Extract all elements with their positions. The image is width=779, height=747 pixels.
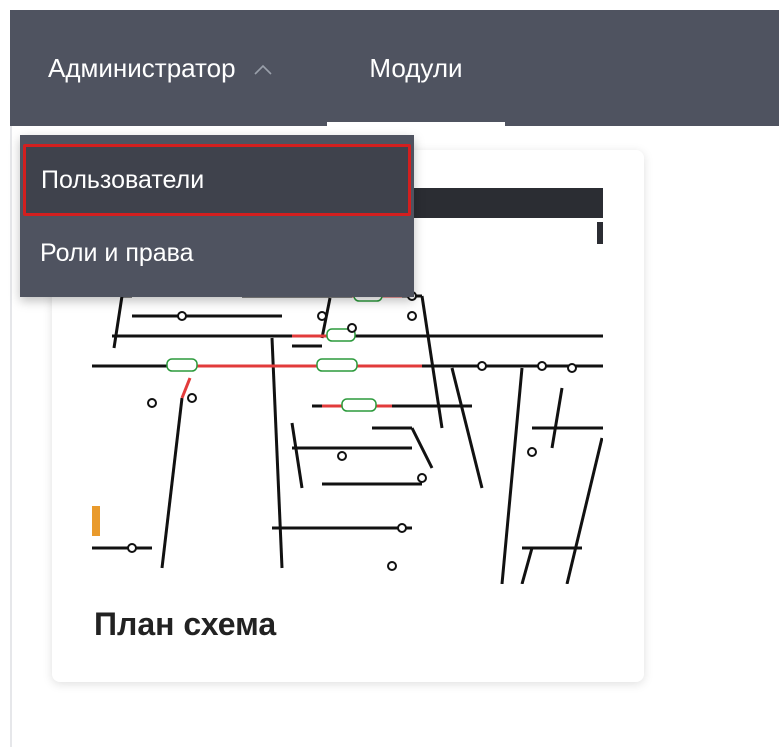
left-divider (10, 126, 12, 747)
admin-menu-toggle[interactable]: Администратор (48, 10, 274, 126)
card-title: План схема (94, 606, 277, 642)
active-tab-indicator (327, 122, 505, 126)
top-navigation-bar: Администратор Модули (10, 10, 779, 126)
menu-item-roles[interactable]: Роли и права (20, 217, 414, 289)
modules-tab-label: Модули (369, 52, 463, 83)
admin-dropdown-menu: Пользователи Роли и права (20, 135, 414, 297)
admin-menu-label: Администратор (48, 52, 236, 83)
modules-tab[interactable]: Модули (327, 10, 505, 126)
chevron-up-icon (252, 57, 274, 79)
menu-item-users[interactable]: Пользователи (23, 144, 411, 216)
